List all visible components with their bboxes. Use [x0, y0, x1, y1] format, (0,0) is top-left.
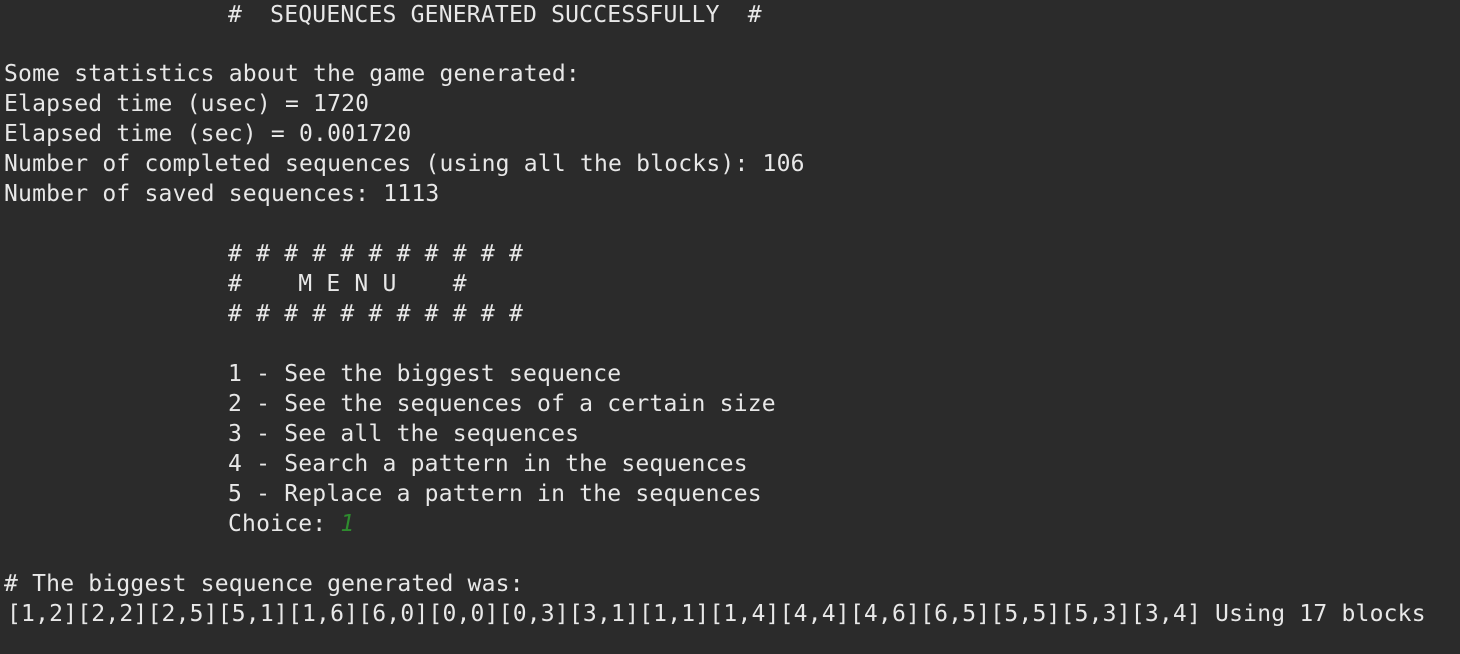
menu-option-4: 4 - Search a pattern in the sequences: [228, 451, 748, 477]
menu-option-3: 3 - See all the sequences: [228, 421, 580, 447]
choice-input[interactable]: 1: [340, 511, 354, 537]
stat-elapsed-sec: Elapsed time (sec) = 0.001720: [4, 121, 412, 147]
choice-line: Choice: 1: [228, 509, 354, 539]
stat-elapsed-usec: Elapsed time (usec) = 1720: [4, 91, 370, 117]
menu-option-5: 5 - Replace a pattern in the sequences: [228, 481, 762, 507]
menu-option-1: 1 - See the biggest sequence: [228, 361, 622, 387]
success-header: # SEQUENCES GENERATED SUCCESSFULLY #: [228, 2, 762, 28]
biggest-sequence: [1,2][2,2][2,5][5,1][1,6][6,0][0,0][0,3]…: [7, 601, 1426, 627]
stats-heading: Some statistics about the game generated…: [4, 61, 580, 87]
result-heading: # The biggest sequence generated was:: [4, 571, 524, 597]
menu-option-2: 2 - See the sequences of a certain size: [228, 391, 776, 417]
choice-prompt: Choice:: [228, 511, 341, 537]
stat-saved-sequences: Number of saved sequences: 1113: [4, 181, 440, 207]
menu-border-bottom: # # # # # # # # # # #: [228, 301, 523, 327]
menu-border-top: # # # # # # # # # # #: [228, 241, 523, 267]
stat-completed-sequences: Number of completed sequences (using all…: [4, 151, 805, 177]
menu-title: # M E N U #: [228, 271, 467, 297]
terminal-output[interactable]: # SEQUENCES GENERATED SUCCESSFULLY # Som…: [0, 0, 1460, 654]
